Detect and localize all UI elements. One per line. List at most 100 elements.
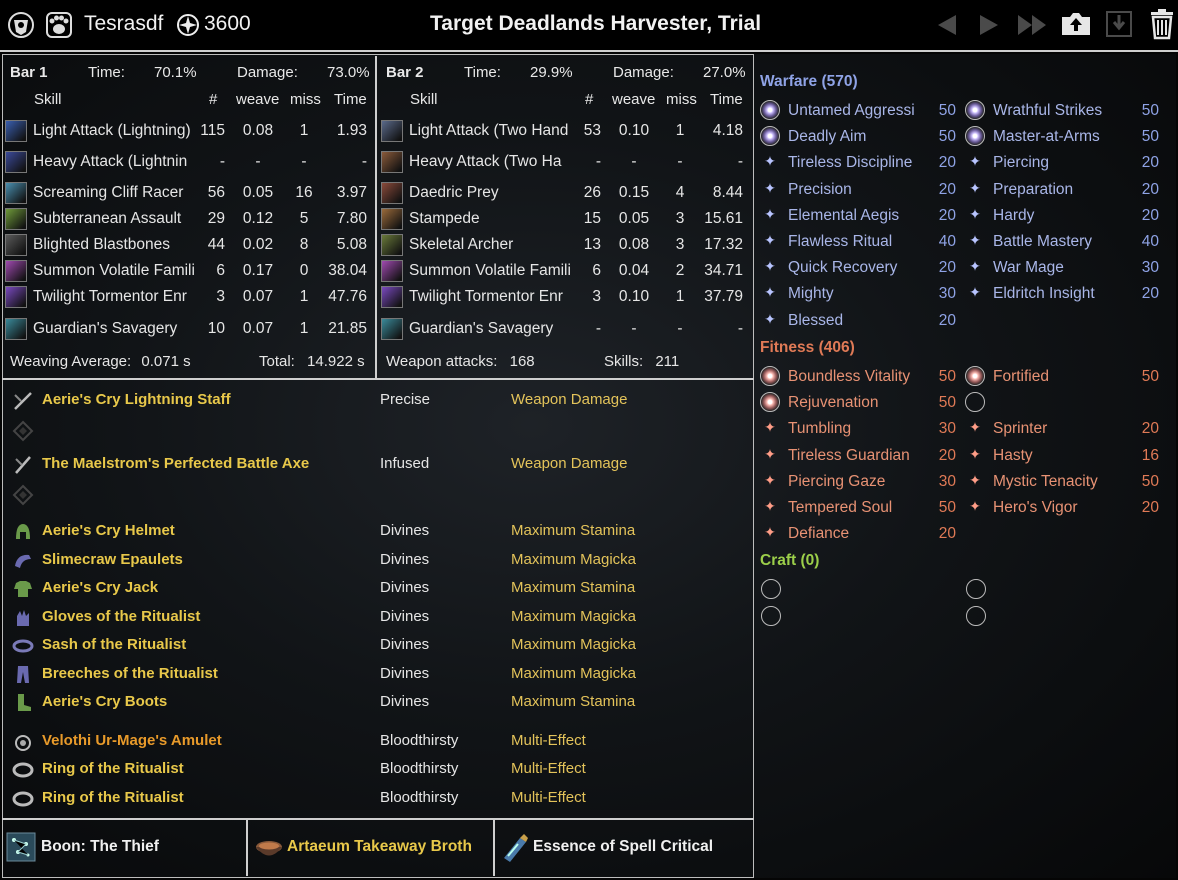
bar2-skill-row[interactable]: Stampede 15 0.05 3 15.61 [381,207,747,233]
cp-star-row[interactable]: ✦ Quick Recovery 20 [760,256,960,280]
bar1-skill-row[interactable]: Light Attack (Lightning) 115 0.08 1 1.93 [5,119,371,145]
ring-icon [12,788,34,808]
cp-star-row[interactable]: Boundless Vitality 50 [760,365,960,389]
gear-row[interactable]: Aerie's Cry Boots Divines Maximum Stamina [0,690,750,714]
cp-star-row[interactable]: Untamed Aggressi 50 [760,99,960,123]
bar2-label: Bar 2 [386,64,424,81]
mundus-boon[interactable]: Boon: The Thief [6,822,242,872]
cp-star-row[interactable]: ✦ Blessed 20 [760,309,960,333]
cp-star-row[interactable]: ✦ Preparation 20 [965,178,1165,202]
mundus-stone-icon [6,832,36,862]
bar2-skill-row[interactable]: Daedric Prey 26 0.15 4 8.44 [381,181,747,207]
save-button[interactable] [1104,9,1134,39]
bar2-skill-row[interactable]: Heavy Attack (Two Ha - - - - [381,150,747,176]
bar1-skill-row[interactable]: Guardian's Savagery 10 0.07 1 21.85 [5,317,371,343]
craft-slot-4[interactable] [966,606,986,626]
gear-row[interactable]: Gloves of the Ritualist Divines Maximum Ma… [0,605,750,629]
slotted-star-icon [760,392,780,413]
weaving-label: Weaving Average: [10,353,132,370]
bar2-skill-row[interactable]: Light Attack (Two Hand 53 0.10 1 4.18 [381,119,747,145]
skills-count-value: 211 [655,353,680,370]
cp-star-row[interactable]: ✦ Battle Mastery 40 [965,230,1165,254]
cp-star-row[interactable]: Wrathful Strikes 50 [965,99,1165,123]
skill-icon [381,260,403,282]
cp-star-row[interactable]: ✦ Flawless Ritual 40 [760,230,960,254]
cp-star-row[interactable]: ✦ Piercing Gaze 30 [760,470,960,494]
fitness-title: Fitness (406) [760,339,855,356]
bar2-skill-row[interactable]: Skeletal Archer 13 0.08 3 17.32 [381,233,747,259]
cp-star-name: Tireless Discipline [788,154,913,172]
delete-button[interactable] [1148,8,1176,40]
craft-slot-2[interactable] [761,606,781,626]
cp-star-row[interactable]: ✦ Piercing 20 [965,151,1165,175]
food-buff[interactable]: Artaeum Takeaway Broth [254,822,490,872]
bar1-skill-row[interactable]: Subterranean Assault 29 0.12 5 7.80 [5,207,371,233]
cp-star-row[interactable]: ✦ Eldritch Insight 20 [965,282,1165,306]
bar2-time-value: 29.9% [530,64,573,81]
cp-star-row[interactable]: ✦ Tireless Discipline 20 [760,151,960,175]
star-icon: ✦ [764,524,776,541]
cp-star-row[interactable]: Fortified 50 [965,365,1165,389]
cp-star-row[interactable]: Rejuvenation 50 [760,391,960,415]
gear-row[interactable]: Breeches of the Ritualist Divines Maximum … [0,662,750,686]
upload-button[interactable] [1060,9,1092,37]
gear-row[interactable]: Ring of the Ritualist Bloodthirsty Multi-E… [0,757,750,781]
cp-star-points: 20 [1141,180,1159,198]
gear-row[interactable]: Aerie's Cry Helmet Divines Maximum Stamina [0,519,750,543]
last-fight-button[interactable] [1016,12,1050,38]
cp-star-row[interactable]: ✦ Mystic Tenacity 50 [965,470,1165,494]
gear-row[interactable]: Velothi Ur-Mage's Amulet Bloodthirsty Mult… [0,729,750,753]
slotted-star-icon [965,126,985,147]
bar1-skill-row[interactable]: Twilight Tormentor Enr 3 0.07 1 47.76 [5,285,371,311]
gear-row[interactable]: Ring of the Ritualist Bloodthirsty Multi-E… [0,786,750,810]
bar2-header: Bar 2 Time: 29.9% Damage: 27.0% [386,64,748,84]
bar1-skill-row[interactable]: Heavy Attack (Lightnin - - - - [5,150,371,176]
cp-star-points: 50 [1141,472,1159,490]
cp-star-name: Master-at-Arms [993,128,1100,146]
cp-star-row[interactable]: ✦ Tireless Guardian 20 [760,444,960,468]
cp-star-row[interactable]: ✦ Mighty 30 [760,282,960,306]
bar2-skill-row[interactable]: Twilight Tormentor Enr 3 0.10 1 37.79 [381,285,747,311]
cp-star-row[interactable] [965,391,1165,415]
potion-buff[interactable]: Essence of Spell Critical [500,822,750,872]
skills-count: Skills: 211 [604,353,679,370]
gear-row[interactable]: Slimecraw Epaulets Divines Maximum Magicka [0,548,750,572]
cp-star-points: 20 [1141,206,1159,224]
bar2-time-label: Time: [464,64,501,81]
star-icon: ✦ [764,498,776,514]
gear-row[interactable]: Sash of the Ritualist Divines Maximum Magi… [0,633,750,657]
cp-star-row[interactable]: ✦ Hardy 20 [965,204,1165,228]
skill-name: Guardian's Savagery [409,320,554,337]
bar1-damage-label: Damage: [237,64,298,81]
cp-star-row[interactable]: ✦ Elemental Aegis 20 [760,204,960,228]
cp-star-name: Flawless Ritual [788,233,893,250]
cp-star-row[interactable]: ✦ Tumbling 30 [760,417,960,441]
bar2-skill-row[interactable]: Summon Volatile Famili 6 0.04 2 34.71 [381,259,747,285]
cp-star-row[interactable]: ✦ War Mage 30 [965,256,1165,280]
craft-slot-3[interactable] [966,579,986,599]
gear-row[interactable]: The Maelstrom's Perfected Battle Axe Infu… [0,452,750,476]
cp-star-points: 30 [938,420,956,438]
gear-row[interactable]: Aerie's Cry Jack Divines Maximum Stamina [0,576,750,600]
skill-time: 3.97 [336,184,367,201]
craft-slot-1[interactable] [761,579,781,599]
gear-row[interactable]: Aerie's Cry Lightning Staff Precise Weapon… [0,388,750,412]
cp-star-row[interactable]: ✦ Tempered Soul 50 [760,496,960,520]
cp-star-points: 20 [938,446,956,464]
cp-star-row[interactable]: ✦ Sprinter 20 [965,417,1165,441]
previous-fight-button[interactable] [934,12,960,38]
cp-star-row[interactable]: ✦ Defiance 20 [760,522,960,546]
bar2-skill-row[interactable]: Guardian's Savagery - - - - [381,317,747,343]
cp-star-row[interactable]: ✦ Hero's Vigor 20 [965,496,1165,520]
next-fight-button[interactable] [976,12,1002,38]
weaving-average: Weaving Average: 0.071 s [10,353,191,370]
cp-star-points: 50 [1141,102,1159,119]
cp-star-row[interactable]: Master-at-Arms 50 [965,125,1165,149]
cp-star-row[interactable]: ✦ Hasty 16 [965,444,1165,468]
bar1-skill-row[interactable]: Blighted Blastbones 44 0.02 8 5.08 [5,233,371,259]
cp-star-row[interactable]: ✦ Precision 20 [760,178,960,202]
guild-crest-icon [8,12,34,38]
bar1-skill-row[interactable]: Summon Volatile Famili 6 0.17 0 38.04 [5,259,371,285]
bar1-skill-row[interactable]: Screaming Cliff Racer 56 0.05 16 3.97 [5,181,371,207]
cp-star-row[interactable]: Deadly Aim 50 [760,125,960,149]
